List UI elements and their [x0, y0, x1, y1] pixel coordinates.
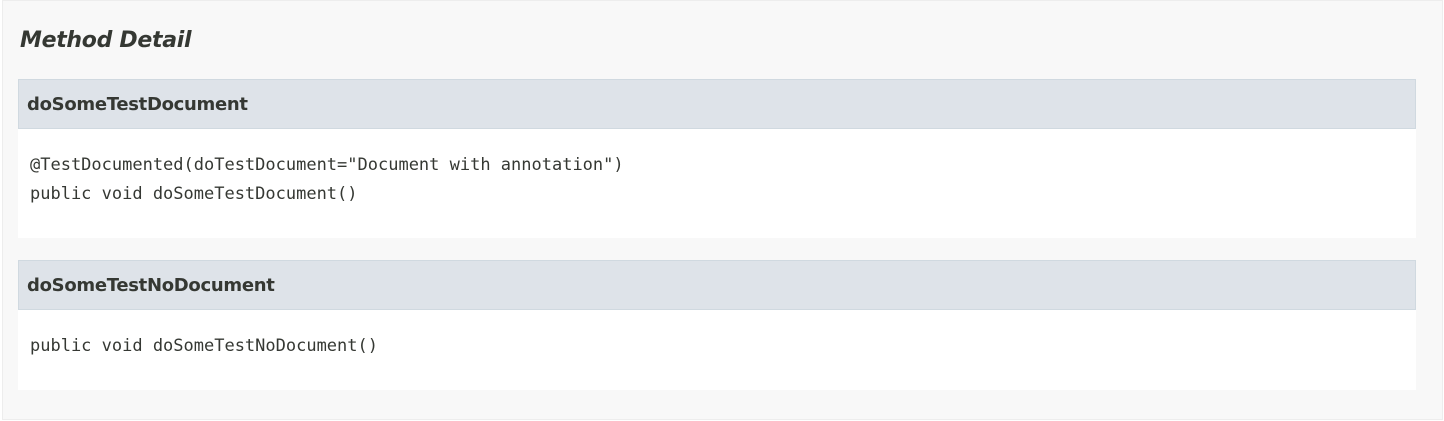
method-block-doSomeTestDocument: doSomeTestDocument @TestDocumented(doTes… [18, 79, 1416, 238]
annotation-line: @TestDocumented(doTestDocument="Document… [30, 155, 624, 175]
method-header: doSomeTestNoDocument [18, 260, 1416, 310]
method-signature: @TestDocumented(doTestDocument="Document… [18, 129, 1416, 209]
method-signature: public void doSomeTestNoDocument() [18, 310, 1416, 361]
method-name: doSomeTestDocument [27, 93, 248, 115]
signature-line: public void doSomeTestNoDocument() [30, 336, 378, 356]
method-name: doSomeTestNoDocument [27, 274, 275, 296]
method-detail-section: Method Detail doSomeTestDocument @TestDo… [2, 0, 1443, 420]
method-block-doSomeTestNoDocument: doSomeTestNoDocument public void doSomeT… [18, 260, 1416, 390]
signature-line: public void doSomeTestDocument() [30, 184, 358, 204]
section-title: Method Detail [20, 28, 192, 53]
method-header: doSomeTestDocument [18, 79, 1416, 129]
